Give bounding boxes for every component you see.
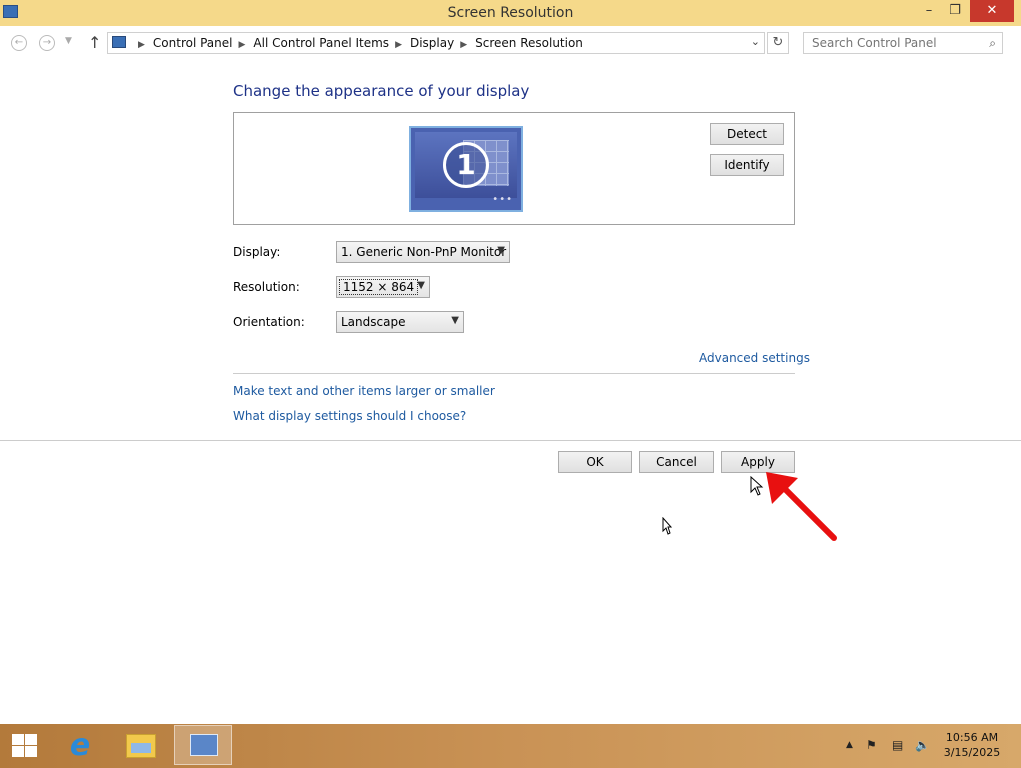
recent-locations-dropdown[interactable]: ▼ <box>65 36 72 46</box>
identify-button[interactable]: Identify <box>710 154 784 176</box>
title-bar: Screen Resolution – ❐ ✕ <box>0 0 1021 26</box>
resolution-label: Resolution: <box>233 280 300 294</box>
clock[interactable]: 10:56 AM 3/15/2025 <box>940 730 1004 760</box>
divider <box>0 440 1021 441</box>
internet-explorer-icon[interactable]: e <box>64 730 96 762</box>
minimize-button[interactable]: – <box>917 0 941 22</box>
search-box[interactable]: ⌕ <box>803 32 1003 54</box>
detect-button[interactable]: Detect <box>710 123 784 145</box>
chevron-down-icon: ▼ <box>451 315 459 326</box>
search-icon[interactable]: ⌕ <box>989 36 996 51</box>
chevron-down-icon: ▼ <box>497 245 505 256</box>
breadcrumb: ▶ Control Panel ▶ All Control Panel Items ▶ D… <box>138 36 583 50</box>
forward-icon[interactable]: → <box>39 35 55 51</box>
windows-start-icon[interactable] <box>12 734 38 758</box>
up-arrow-icon[interactable]: ↑ <box>88 33 101 52</box>
volume-icon[interactable]: 🔈 <box>915 738 930 752</box>
control-panel-taskbar-button[interactable] <box>174 725 232 765</box>
mouse-cursor-icon <box>662 517 672 535</box>
address-bar[interactable]: ▶ Control Panel ▶ All Control Panel Items ▶ D… <box>107 32 765 54</box>
close-button[interactable]: ✕ <box>970 0 1014 22</box>
search-input[interactable] <box>804 33 982 53</box>
monitor-1-icon[interactable]: 1 ••• <box>409 126 523 212</box>
orientation-select[interactable]: Landscape ▼ <box>336 311 464 333</box>
display-label: Display: <box>233 245 281 259</box>
advanced-settings-link[interactable]: Advanced settings <box>699 351 810 365</box>
file-explorer-icon[interactable] <box>126 734 156 758</box>
display-help-link[interactable]: What display settings should I choose? <box>233 409 466 423</box>
breadcrumb-display[interactable]: Display <box>410 36 454 50</box>
monitor-arrangement-panel: 1 ••• Detect Identify <box>233 112 795 225</box>
annotation-arrow-icon <box>766 472 837 541</box>
text-size-link[interactable]: Make text and other items larger or smal… <box>233 384 495 398</box>
chevron-down-icon: ▼ <box>417 280 425 291</box>
monitor-dots: ••• <box>492 194 513 205</box>
orientation-label: Orientation: <box>233 315 305 329</box>
breadcrumb-screen-resolution[interactable]: Screen Resolution <box>475 36 583 50</box>
control-panel-icon <box>190 734 218 756</box>
restore-button[interactable]: ❐ <box>942 0 968 22</box>
network-icon[interactable]: ▤ <box>892 738 903 752</box>
chevron-down-icon[interactable]: ⌄ <box>751 35 760 48</box>
breadcrumb-control-panel[interactable]: Control Panel <box>153 36 233 50</box>
taskbar: e ▲ ⚑ ▤ 🔈 10:56 AM 3/15/2025 <box>0 724 1021 768</box>
clock-time: 10:56 AM <box>945 731 999 744</box>
display-select[interactable]: 1. Generic Non-PnP Monitor ▼ <box>336 241 510 263</box>
cancel-button[interactable]: Cancel <box>639 451 714 473</box>
divider <box>233 373 795 374</box>
ok-button[interactable]: OK <box>558 451 632 473</box>
refresh-icon[interactable]: ↻ <box>767 32 789 54</box>
resolution-select[interactable]: 1152 × 864 ▼ <box>336 276 430 298</box>
monitor-number: 1 <box>443 142 489 188</box>
back-icon[interactable]: ← <box>11 35 27 51</box>
breadcrumb-all-items[interactable]: All Control Panel Items <box>253 36 389 50</box>
flag-icon[interactable]: ⚑ <box>866 738 877 752</box>
window-title: Screen Resolution <box>447 5 574 21</box>
show-hidden-icons-icon[interactable]: ▲ <box>846 740 853 750</box>
control-panel-icon <box>112 36 126 48</box>
navigation-bar: ← → ▼ ↑ ▶ Control Panel ▶ All Control Panel… <box>0 26 1021 60</box>
page-title: Change the appearance of your display <box>233 82 530 100</box>
clock-date: 3/15/2025 <box>943 746 1001 759</box>
